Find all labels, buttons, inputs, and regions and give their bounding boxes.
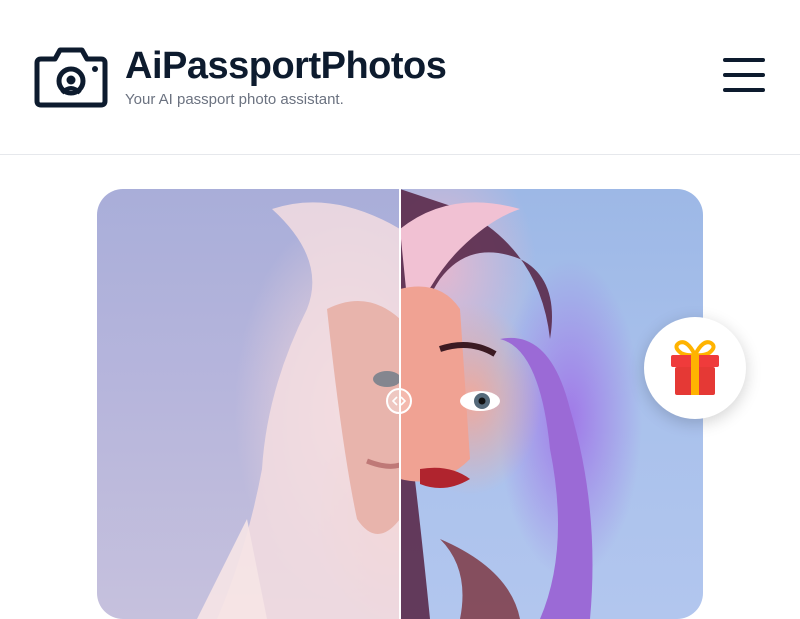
gift-icon	[671, 340, 719, 395]
menu-bar	[723, 88, 765, 92]
camera-icon[interactable]	[33, 43, 109, 109]
original-portrait-photo	[97, 189, 400, 619]
brand-tagline: Your AI passport photo assistant.	[125, 91, 344, 108]
menu-bar	[723, 58, 765, 62]
ai-painted-portrait	[400, 189, 703, 619]
site-header: AiPassportPhotos Your AI passport photo …	[0, 0, 800, 155]
left-right-arrows-icon[interactable]	[386, 388, 412, 414]
brand-title[interactable]: AiPassportPhotos	[125, 42, 447, 90]
hamburger-menu-icon[interactable]	[720, 56, 768, 96]
gift-button[interactable]	[644, 317, 746, 419]
menu-bar	[723, 73, 765, 77]
before-after-comparison[interactable]	[97, 189, 703, 619]
